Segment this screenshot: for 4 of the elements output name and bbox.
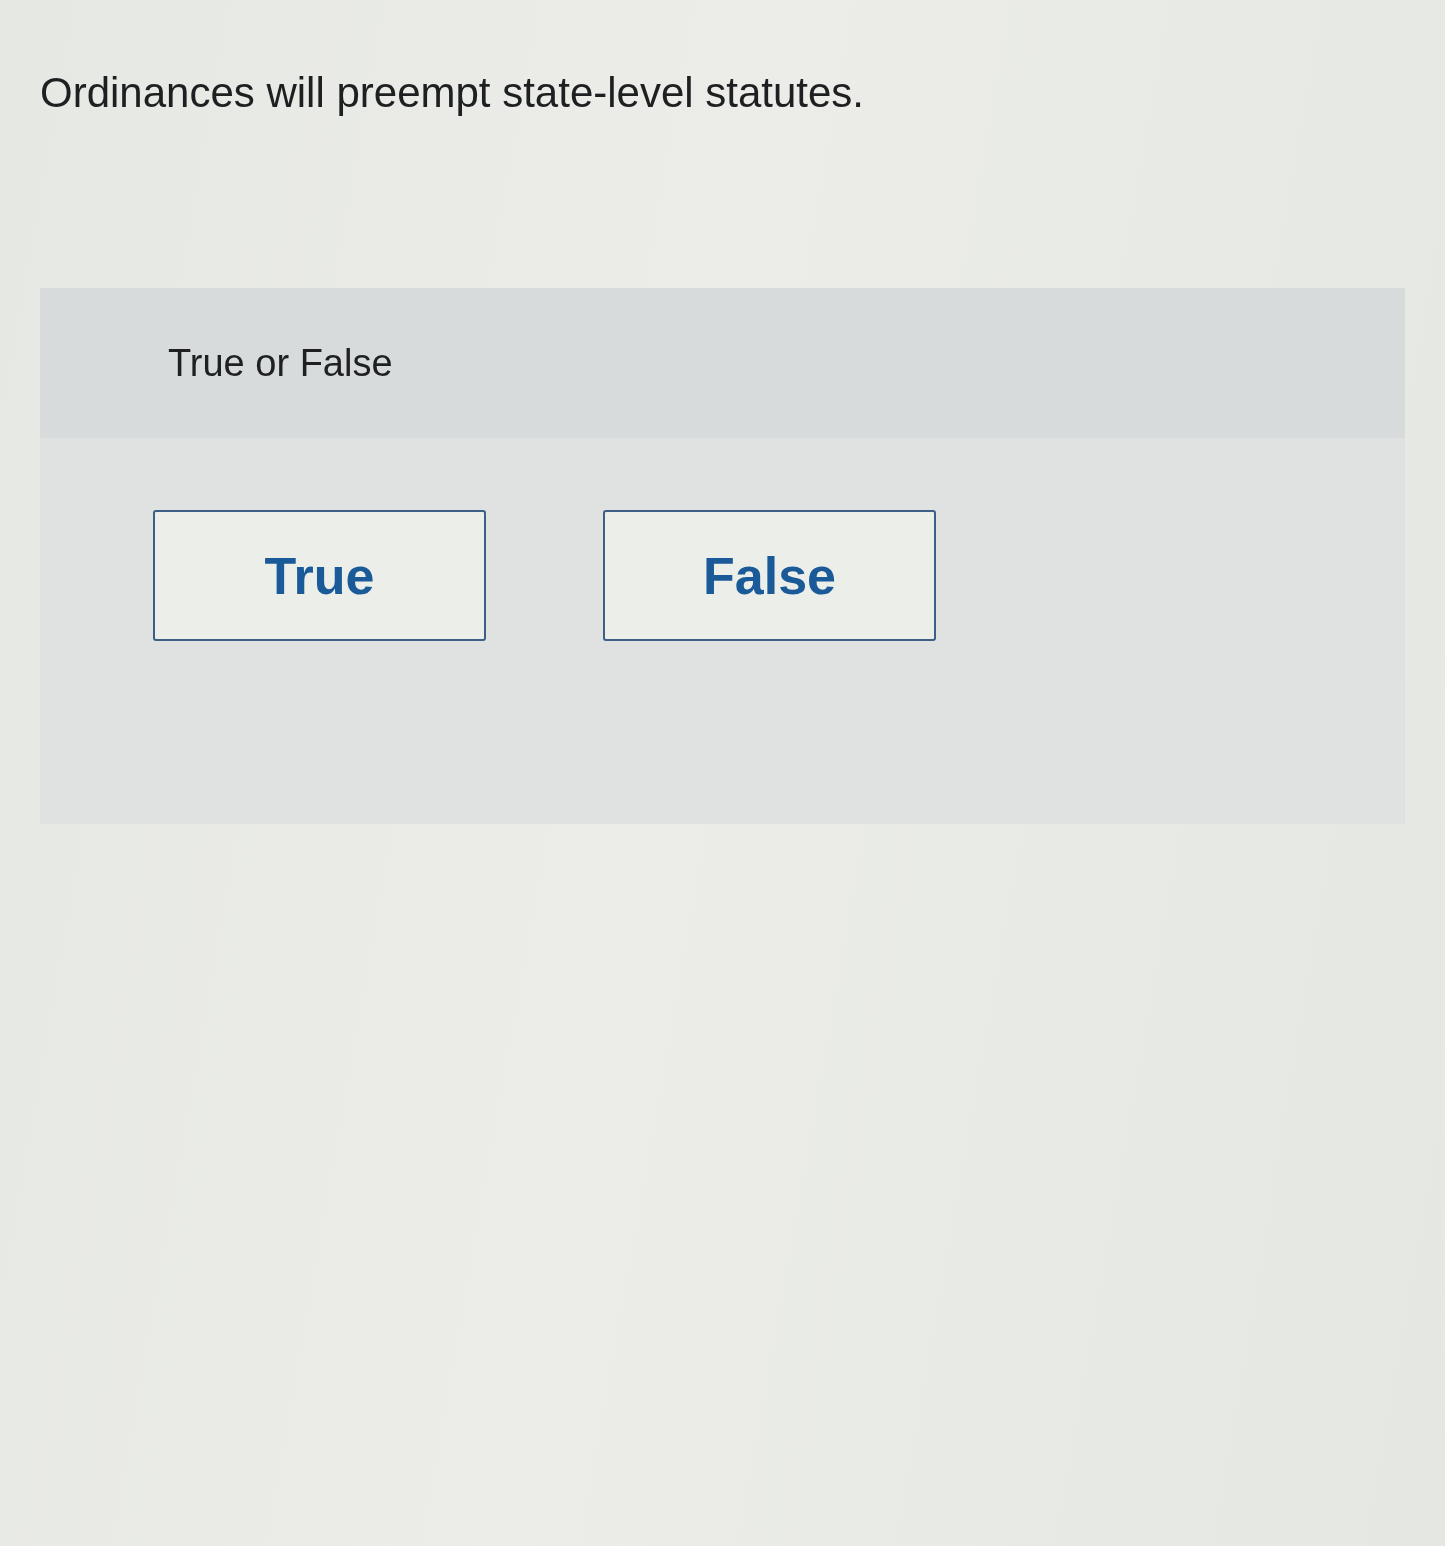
answer-option-button[interactable]: True — [153, 510, 486, 641]
answer-option-button[interactable]: False — [603, 510, 936, 641]
question-text: Ordinances will preempt state-level statutes. — [40, 68, 865, 118]
question-type-label: True or False — [168, 341, 393, 385]
